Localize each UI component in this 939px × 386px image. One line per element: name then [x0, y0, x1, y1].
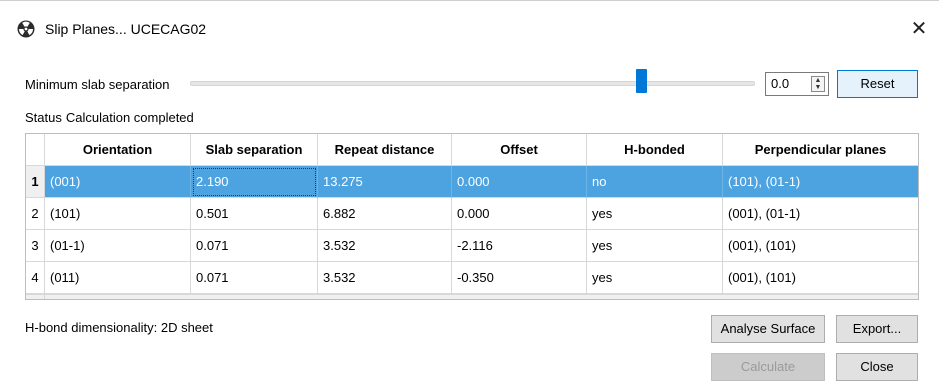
row-number[interactable]: 4 [26, 262, 45, 294]
cell-offset[interactable]: -0.350 [452, 262, 587, 294]
col-header-h-bonded[interactable]: H-bonded [587, 134, 723, 166]
cell-perpendicular-planes[interactable]: (001), (01-1) [723, 198, 918, 230]
cell-offset[interactable]: 0.000 [452, 166, 587, 198]
hbond-dimensionality-text: H-bond dimensionality: 2D sheet [25, 320, 213, 335]
row-number[interactable]: 1 [26, 166, 45, 198]
window-title: Slip Planes... UCECAG02 [45, 21, 207, 37]
col-header-slab-separation[interactable]: Slab separation [191, 134, 318, 166]
cell-offset[interactable]: 0.000 [452, 198, 587, 230]
table-footer-area [26, 294, 918, 299]
cell-slab-separation[interactable]: 0.501 [191, 198, 318, 230]
min-slab-separation-spinbox[interactable]: 0.0 ▲ ▼ [765, 72, 829, 96]
status-line: Status Calculation completed [25, 110, 198, 126]
col-header-perpendicular-planes[interactable]: Perpendicular planes [723, 134, 918, 166]
cell-perpendicular-planes[interactable]: (001), (101) [723, 230, 918, 262]
cell-orientation[interactable]: (101) [45, 198, 191, 230]
reset-button[interactable]: Reset [837, 70, 918, 98]
close-button[interactable]: Close [836, 353, 918, 381]
close-icon[interactable]: ✕ [907, 17, 931, 41]
min-slab-separation-slider-thumb[interactable] [636, 69, 647, 93]
cell-h-bonded[interactable]: yes [587, 230, 723, 262]
cell-repeat-distance[interactable]: 13.275 [318, 166, 452, 198]
cell-h-bonded[interactable]: yes [587, 262, 723, 294]
cell-h-bonded[interactable]: no [587, 166, 723, 198]
calculate-button[interactable]: Calculate [711, 353, 825, 381]
col-header-offset[interactable]: Offset [452, 134, 587, 166]
table-header: Orientation Slab separation Repeat dista… [26, 134, 918, 166]
status-text: Calculation completed [65, 110, 194, 125]
table-row[interactable]: 4 (011) 0.071 3.532 -0.350 yes (001), (1… [26, 262, 918, 294]
min-slab-separation-slider-track[interactable] [190, 81, 755, 86]
cell-slab-separation[interactable]: 0.071 [191, 230, 318, 262]
radiation-trefoil-icon [17, 20, 35, 38]
status-label: Status [25, 110, 62, 125]
cell-perpendicular-planes[interactable]: (001), (101) [723, 262, 918, 294]
cell-slab-separation[interactable]: 2.190 [191, 166, 318, 198]
row-number[interactable]: 2 [26, 198, 45, 230]
col-header-repeat-distance[interactable]: Repeat distance [318, 134, 452, 166]
cell-offset[interactable]: -2.116 [452, 230, 587, 262]
table-footer-corner [26, 295, 45, 299]
cell-repeat-distance[interactable]: 3.532 [318, 262, 452, 294]
cell-repeat-distance[interactable]: 6.882 [318, 198, 452, 230]
table-row[interactable]: 3 (01-1) 0.071 3.532 -2.116 yes (001), (… [26, 230, 918, 262]
spinbox-value: 0.0 [771, 76, 790, 91]
slip-planes-table: Orientation Slab separation Repeat dista… [25, 133, 919, 300]
cell-orientation[interactable]: (01-1) [45, 230, 191, 262]
table-row[interactable]: 2 (101) 0.501 6.882 0.000 yes (001), (01… [26, 198, 918, 230]
table-corner[interactable] [26, 134, 45, 166]
min-slab-separation-label: Minimum slab separation [25, 77, 170, 92]
spin-arrows-icon[interactable]: ▲ ▼ [811, 76, 825, 92]
row-number[interactable]: 3 [26, 230, 45, 262]
cell-h-bonded[interactable]: yes [587, 198, 723, 230]
cell-slab-separation[interactable]: 0.071 [191, 262, 318, 294]
analyse-surface-button[interactable]: Analyse Surface [711, 315, 825, 343]
cell-repeat-distance[interactable]: 3.532 [318, 230, 452, 262]
export-button[interactable]: Export... [836, 315, 918, 343]
table-row[interactable]: 1 (001) 2.190 13.275 0.000 no (101), (01… [26, 166, 918, 198]
cell-orientation[interactable]: (011) [45, 262, 191, 294]
cell-perpendicular-planes[interactable]: (101), (01-1) [723, 166, 918, 198]
col-header-orientation[interactable]: Orientation [45, 134, 191, 166]
slip-planes-dialog: Slip Planes... UCECAG02 ✕ Minimum slab s… [0, 0, 939, 386]
title-bar: Slip Planes... UCECAG02 ✕ [0, 11, 939, 47]
cell-orientation[interactable]: (001) [45, 166, 191, 198]
